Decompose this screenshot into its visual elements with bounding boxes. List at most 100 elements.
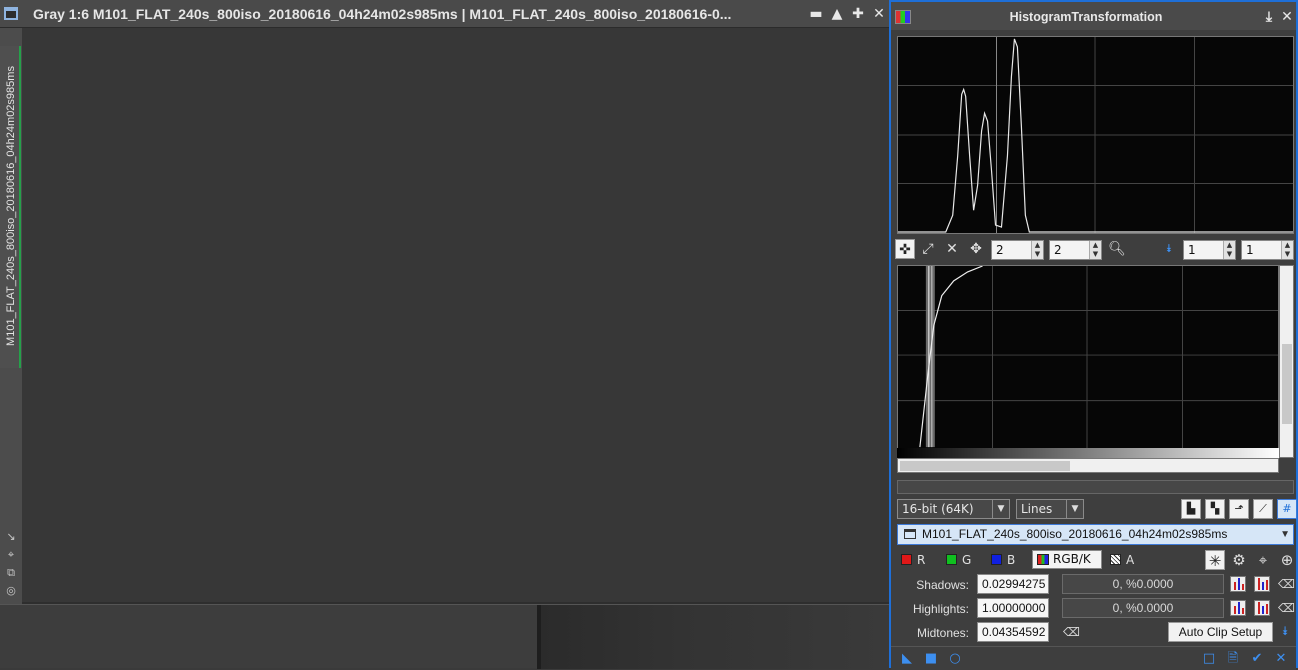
image-window-titlebar[interactable]: Gray 1:6 M101_FLAT_240s_800iso_20180616_…	[0, 0, 889, 28]
readout-bar	[897, 480, 1294, 494]
image-window-title: Gray 1:6 M101_FLAT_240s_800iso_20180616_…	[33, 6, 732, 22]
rgbk-swatch	[1037, 554, 1049, 565]
browse-documentation-icon[interactable]: □	[1201, 651, 1217, 667]
vertical-scrollbar-thumb[interactable]	[1282, 344, 1292, 424]
histogram-titlebar[interactable]: HistogramTransformation ⤓ ✕	[891, 2, 1296, 30]
pan-icon[interactable]: ✜	[895, 239, 915, 259]
histogram-title: HistogramTransformation	[1009, 10, 1163, 24]
resolution-value: 16-bit (64K)	[902, 502, 974, 516]
image-side-strip: M101_FLAT_240s_800iso_20180616_04h24m02s…	[0, 28, 22, 604]
clone-icon[interactable]: ⧉	[4, 566, 18, 580]
shadows-reset-icon[interactable]: ⌫	[1278, 577, 1295, 591]
view-selector-value: M101_FLAT_240s_800iso_20180616_04h24m02s…	[922, 527, 1228, 541]
zoom-out-icon[interactable]: ✕	[942, 239, 962, 259]
channel-r[interactable]: R	[901, 552, 925, 568]
alpha-swatch	[1110, 554, 1121, 565]
chevron-down-icon[interactable]: ⯯	[1159, 239, 1179, 259]
channel-a[interactable]: A	[1110, 552, 1134, 568]
view-selector[interactable]: M101_FLAT_240s_800iso_20180616_04h24m02s…	[897, 524, 1294, 545]
graph-v-arrows[interactable]: ▲ ▼	[1281, 241, 1293, 259]
grid-icon[interactable]: #	[1277, 499, 1297, 519]
workspace-shape	[537, 605, 889, 669]
channel-a-label: A	[1126, 553, 1135, 567]
zoom-toolbar: ✜ ⤢ ✕ ✥ 2 ▲ ▼ 2 ▲ ▼ 🔍︎ ⯯ 1 ▲ ▼ 1 ▲ ▼	[895, 239, 1296, 261]
zoom-h-arrows[interactable]: ▲ ▼	[1031, 241, 1043, 259]
move-icon[interactable]: ✥	[966, 239, 986, 259]
real-time-preview-icon[interactable]: ○	[947, 651, 963, 667]
mode-line-icon[interactable]: ⟋	[1253, 499, 1273, 519]
magnifier-icon[interactable]: 🔍︎	[1107, 239, 1127, 259]
shade-button[interactable]: ▬	[808, 5, 824, 23]
channel-r-label: R	[917, 553, 926, 567]
blue-swatch	[991, 554, 1002, 565]
image-canvas[interactable]	[22, 28, 889, 604]
highlights-auto-icon[interactable]	[1230, 600, 1246, 616]
highlights-auto-all-icon[interactable]	[1254, 600, 1270, 616]
midtones-input[interactable]: 0.04354592	[977, 622, 1049, 642]
view-icon	[904, 529, 916, 539]
pin-button[interactable]: ⤓	[1261, 8, 1277, 26]
horizontal-scrollbar[interactable]	[897, 458, 1279, 473]
shadows-auto-icon[interactable]	[1230, 576, 1246, 592]
gear-icon[interactable]: ⚙	[1229, 550, 1249, 570]
apply-global-icon[interactable]: ■	[923, 651, 939, 667]
channel-rgbk-label: RGB/K	[1053, 552, 1091, 566]
channel-b-label: B	[1007, 553, 1016, 567]
reset-icon[interactable]: ✕	[1273, 651, 1289, 667]
maximize-button[interactable]: ✚	[850, 5, 866, 23]
shadows-tool-icon[interactable]: ✳	[1205, 550, 1225, 570]
chevron-down-icon: ▼	[992, 500, 1009, 518]
shadows-label: Shadows:	[916, 578, 969, 592]
output-histogram[interactable]	[897, 36, 1294, 234]
shadows-auto-all-icon[interactable]	[1254, 576, 1270, 592]
zoom-v-value: 2	[1054, 243, 1062, 257]
window-icon	[4, 7, 18, 20]
image-view-tab[interactable]: M101_FLAT_240s_800iso_20180616_04h24m02s…	[0, 46, 21, 368]
input-histogram-grid	[898, 266, 1278, 457]
highlights-reset-icon[interactable]: ⌫	[1278, 601, 1295, 615]
mode-rgb-icon[interactable]: ▚	[1205, 499, 1225, 519]
zoom-in-icon[interactable]: ⤢	[918, 239, 938, 259]
plot-mode-value: Lines	[1021, 502, 1053, 516]
zoom-h-value: 2	[996, 243, 1004, 257]
resolution-select[interactable]: 16-bit (64K) ▼	[897, 499, 1010, 519]
zoom-h-spinner[interactable]: 2 ▲ ▼	[991, 240, 1044, 260]
plot-mode-select[interactable]: Lines ▼	[1016, 499, 1084, 519]
graph-v-spinner[interactable]: 1 ▲ ▼	[1241, 240, 1294, 260]
highlights-input[interactable]: 1.00000000	[977, 598, 1049, 618]
graph-h-spinner[interactable]: 1 ▲ ▼	[1183, 240, 1236, 260]
expand-icon[interactable]: ⯯	[1278, 624, 1292, 638]
input-histogram[interactable]	[897, 265, 1279, 458]
red-swatch	[901, 554, 912, 565]
close-button[interactable]: ✕	[871, 5, 887, 23]
check-icon[interactable]: ✔	[1249, 651, 1265, 667]
vertical-scrollbar[interactable]	[1279, 265, 1294, 458]
graph-h-arrows[interactable]: ▲ ▼	[1223, 241, 1235, 259]
mode-bars-icon[interactable]: ▙	[1181, 499, 1201, 519]
midtones-label: Midtones:	[916, 626, 969, 640]
chevron-down-icon: ▼	[1066, 500, 1083, 518]
midtones-reset-icon[interactable]: ⌫	[1063, 625, 1080, 639]
zoom-v-arrows[interactable]: ▲ ▼	[1089, 241, 1101, 259]
auto-clip-setup-button[interactable]: Auto Clip Setup	[1168, 622, 1273, 642]
resize-icon[interactable]: ↘	[4, 530, 18, 544]
graph-h-value: 1	[1188, 243, 1196, 257]
shadows-input[interactable]: 0.02994275	[977, 574, 1049, 594]
collapse-button[interactable]: ▲	[829, 5, 845, 23]
process-control-bar: ◣ ■ ○ □ 🗎︎ ✔ ✕	[891, 646, 1296, 670]
histogram-close-button[interactable]: ✕	[1279, 8, 1295, 26]
crosshair-icon[interactable]: ⌖	[4, 548, 18, 562]
crosshair-icon[interactable]: ⌖	[1253, 550, 1273, 570]
target-icon[interactable]: ◎	[4, 584, 18, 598]
channel-g[interactable]: G	[946, 552, 971, 568]
mode-curve-icon[interactable]: ⬏	[1229, 499, 1249, 519]
target-icon[interactable]: ⊕	[1277, 550, 1297, 570]
document-icon[interactable]: 🗎︎	[1225, 651, 1241, 667]
output-histogram-grid	[898, 37, 1293, 233]
zoom-v-spinner[interactable]: 2 ▲ ▼	[1049, 240, 1102, 260]
horizontal-scrollbar-thumb[interactable]	[900, 461, 1070, 471]
histogram-transformation-window: HistogramTransformation ⤓ ✕ ✜ ⤢ ✕ ✥ 2 ▲ ▼ …	[889, 0, 1298, 670]
channel-rgbk[interactable]: RGB/K	[1032, 550, 1102, 569]
new-instance-icon[interactable]: ◣	[899, 651, 915, 667]
channel-b[interactable]: B	[991, 552, 1015, 568]
